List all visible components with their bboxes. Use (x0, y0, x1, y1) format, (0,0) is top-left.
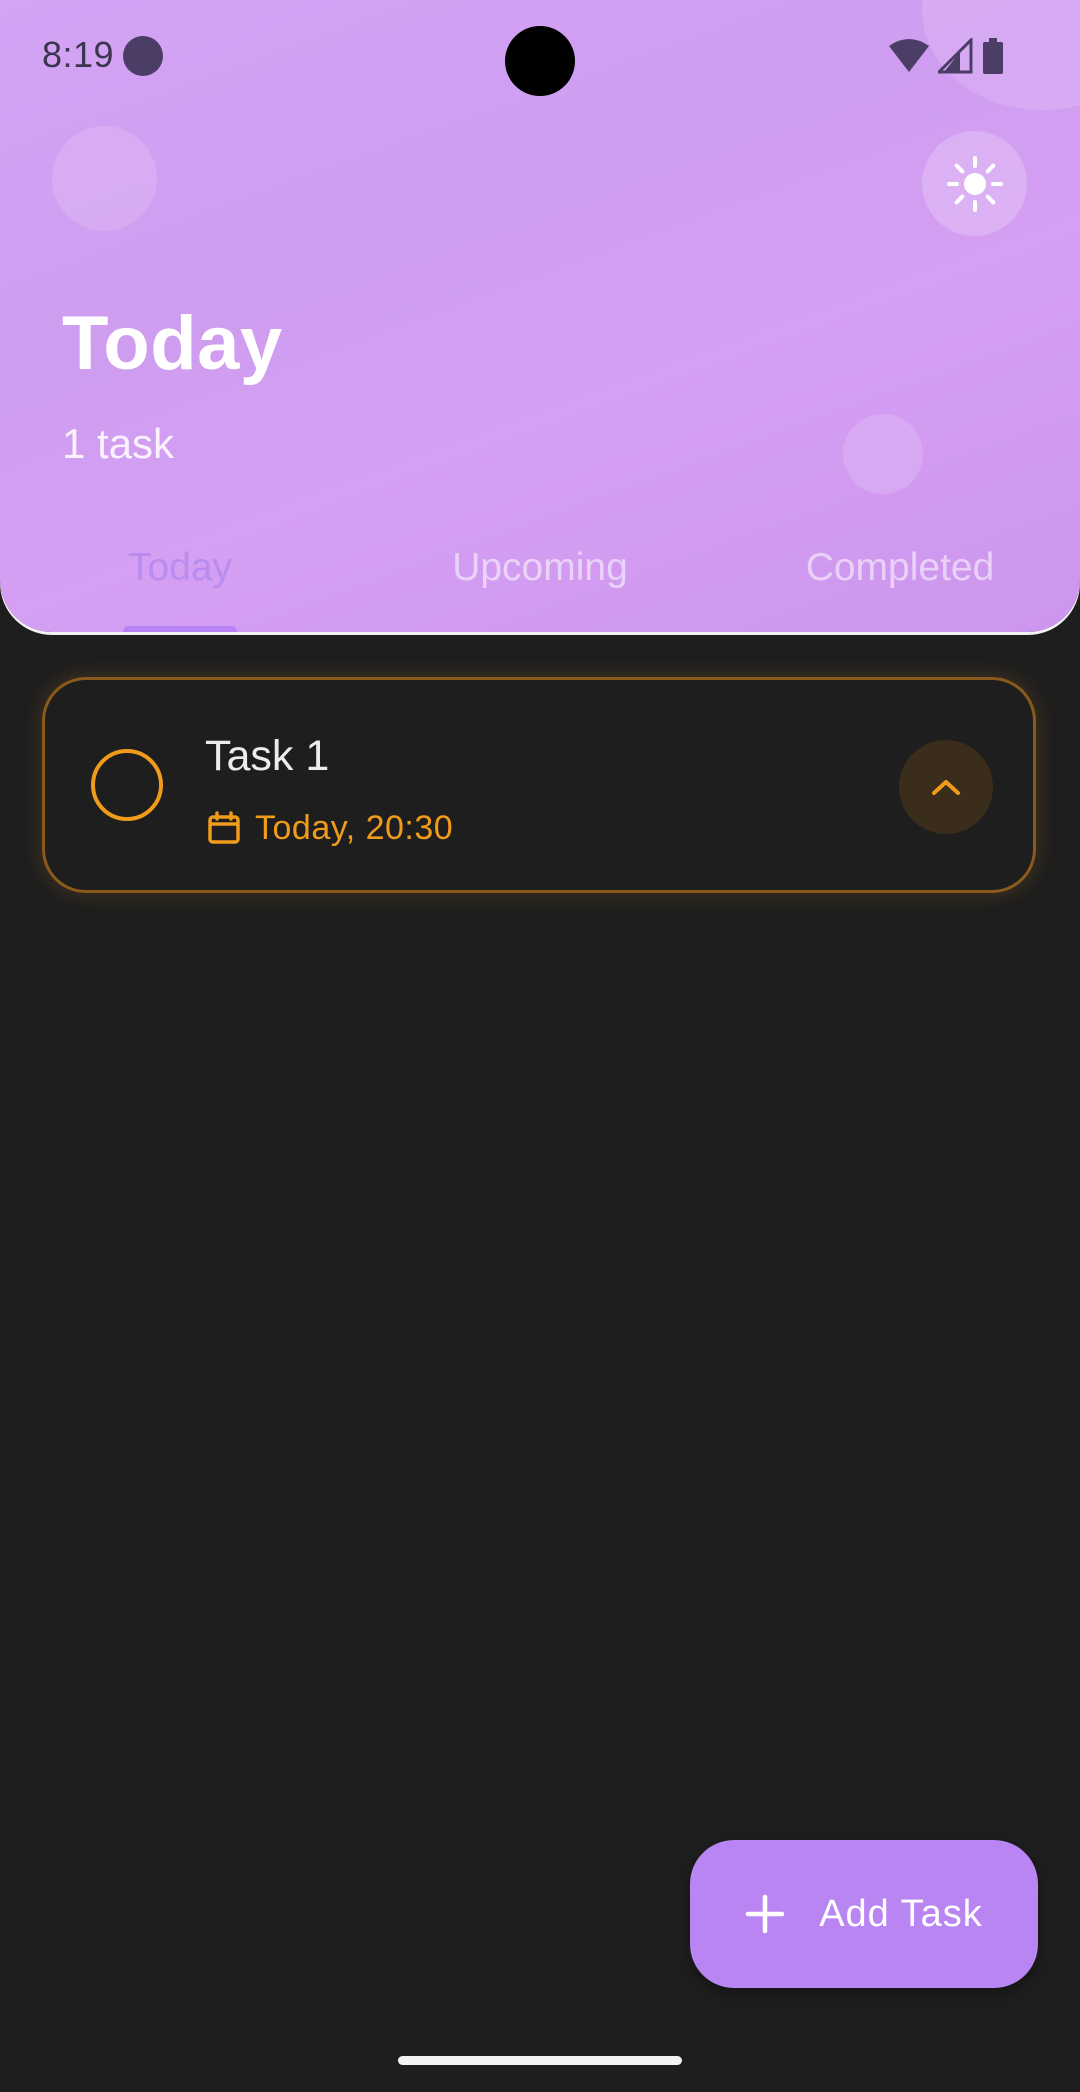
decorative-circle (52, 126, 157, 231)
task-title: Task 1 (205, 732, 330, 780)
calendar-icon (208, 811, 240, 844)
plus-icon (745, 1894, 785, 1934)
expand-task-button[interactable] (899, 740, 993, 834)
status-icons (888, 36, 1004, 76)
tab-completed[interactable]: Completed (720, 546, 1080, 590)
home-indicator[interactable] (398, 2056, 682, 2065)
task-due-date: Today, 20:30 (207, 806, 453, 850)
chevron-up-icon (932, 780, 960, 795)
tab-today[interactable]: Today (0, 546, 360, 590)
header: 8:19 Today 1 task Today Upcoming Complet… (0, 0, 1080, 632)
notification-dot-icon (123, 36, 163, 76)
task-count: 1 task (62, 420, 175, 467)
page-title: Today (62, 301, 283, 386)
add-task-label: Add Task (819, 1892, 983, 1935)
task-due-text: Today, 20:30 (255, 808, 454, 847)
tab-upcoming[interactable]: Upcoming (360, 546, 720, 590)
active-tab-indicator (123, 626, 237, 632)
decorative-circle (843, 414, 923, 494)
battery-icon (983, 38, 1003, 74)
tab-bar: Today Upcoming Completed (0, 540, 1080, 632)
task-complete-checkbox[interactable] (91, 749, 163, 821)
task-card[interactable]: Task 1 Today, 20:30 (42, 677, 1036, 893)
screen: 8:19 Today 1 task Today Upcoming Complet… (0, 0, 1080, 2092)
wifi-icon (889, 39, 929, 72)
cellular-signal-icon (938, 38, 973, 74)
status-time: 8:19 (42, 34, 115, 75)
add-task-button[interactable]: Add Task (690, 1840, 1038, 1988)
camera-cutout (505, 26, 575, 96)
sun-icon (946, 155, 1003, 212)
theme-toggle-button[interactable] (922, 131, 1027, 236)
